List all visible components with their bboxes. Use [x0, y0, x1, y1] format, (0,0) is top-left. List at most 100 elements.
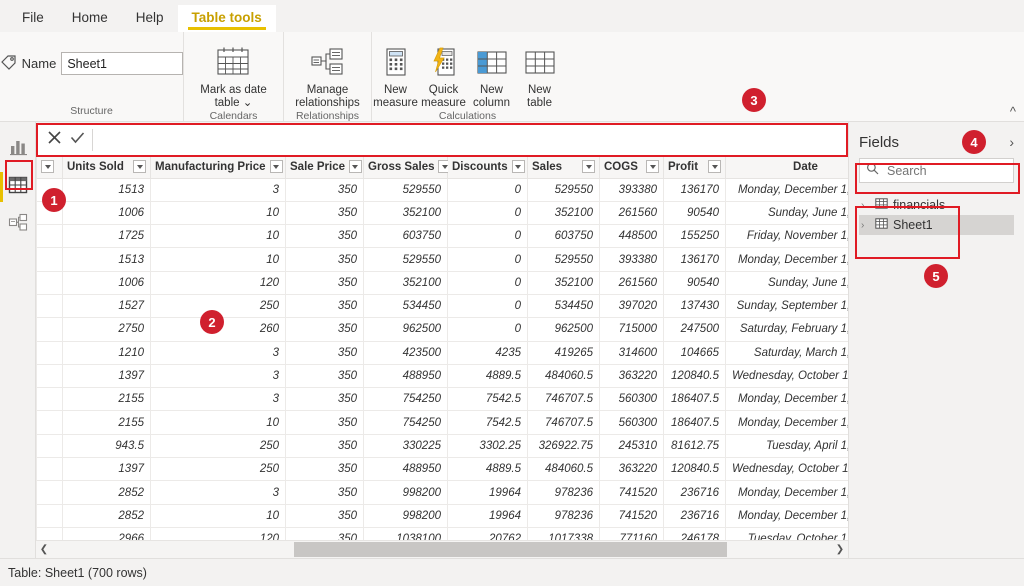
chevron-down-icon[interactable]: [708, 160, 721, 174]
row-selector-cell[interactable]: [36, 177, 63, 202]
column-header-gross-sales[interactable]: Gross Sales: [363, 156, 452, 179]
table-cell[interactable]: 529550: [527, 247, 600, 272]
table-cell[interactable]: 326922.75: [527, 433, 600, 459]
table-cell[interactable]: 352100: [363, 270, 448, 295]
check-icon[interactable]: [69, 129, 86, 151]
field-item-financials[interactable]: › financials: [859, 195, 1014, 215]
table-cell[interactable]: Sunday, September 1, 2013: [725, 293, 848, 319]
tab-table-tools[interactable]: Table tools: [177, 5, 276, 32]
field-item-sheet1[interactable]: › Sheet1: [859, 215, 1014, 235]
table-cell[interactable]: 448500: [599, 224, 664, 249]
table-cell[interactable]: 261560: [599, 200, 664, 226]
table-cell[interactable]: 250: [150, 457, 286, 482]
table-cell[interactable]: 350: [285, 480, 364, 505]
table-cell[interactable]: 746707.5: [527, 387, 600, 412]
table-row[interactable]: 1210 3 350 423500 4235 419265 314600 104665 Satu…: [36, 340, 848, 365]
table-cell[interactable]: 4235: [447, 340, 528, 365]
table-cell[interactable]: 10: [150, 247, 286, 272]
table-cell[interactable]: 419265: [527, 340, 600, 365]
table-cell[interactable]: Monday, December 1, 2014: [725, 247, 848, 272]
row-selector-cell[interactable]: [36, 410, 63, 435]
table-cell[interactable]: 186407.5: [663, 387, 726, 412]
table-cell[interactable]: Monday, December 1, 2014: [725, 410, 848, 435]
table-cell[interactable]: 3: [150, 363, 286, 389]
table-cell[interactable]: Monday, December 1, 2014: [725, 177, 848, 202]
table-cell[interactable]: 560300: [599, 387, 664, 412]
table-cell[interactable]: 250: [150, 293, 286, 319]
table-cell[interactable]: 0: [447, 177, 528, 202]
table-cell[interactable]: 488950: [363, 363, 448, 389]
table-cell[interactable]: 1725: [62, 224, 151, 249]
table-cell[interactable]: 350: [285, 410, 364, 435]
column-header-profit[interactable]: Profit: [663, 156, 726, 179]
table-cell[interactable]: 2155: [62, 410, 151, 435]
table-cell[interactable]: 715000: [599, 317, 664, 342]
table-cell[interactable]: Friday, November 1, 2013: [725, 224, 848, 249]
table-cell[interactable]: 3: [150, 480, 286, 505]
table-cell[interactable]: 754250: [363, 410, 448, 435]
table-cell[interactable]: Sunday, June 1, 2014: [725, 270, 848, 295]
table-row[interactable]: 1397 250 350 488950 4889.5 484060.5 363220 1208…: [36, 457, 848, 482]
table-cell[interactable]: 978236: [527, 480, 600, 505]
table-cell[interactable]: 260: [150, 317, 286, 342]
data-grid[interactable]: Units Sold Manufacturing Price Sale Pric…: [36, 156, 848, 540]
table-cell[interactable]: Tuesday, October 1, 2013: [725, 526, 848, 540]
table-cell[interactable]: 120: [150, 270, 286, 295]
grid-horizontal-scrollbar[interactable]: ❮ ❯: [36, 540, 848, 558]
table-cell[interactable]: 350: [285, 200, 364, 226]
table-cell[interactable]: 3: [150, 387, 286, 412]
table-cell[interactable]: 560300: [599, 410, 664, 435]
hscroll-thumb[interactable]: [294, 541, 727, 557]
table-row[interactable]: 2155 10 350 754250 7542.5 746707.5 560300 18640…: [36, 410, 848, 435]
new-measure-button[interactable]: New measure: [372, 38, 420, 110]
tab-file[interactable]: File: [8, 5, 58, 32]
table-cell[interactable]: 2750: [62, 317, 151, 342]
table-cell[interactable]: 529550: [527, 177, 600, 202]
table-cell[interactable]: 20762: [447, 526, 528, 540]
table-row[interactable]: 943.5 250 350 330225 3302.25 326922.75 245310 8…: [36, 433, 848, 459]
column-header-date[interactable]: Date: [725, 156, 848, 179]
chevron-down-icon[interactable]: [133, 160, 146, 174]
chevron-down-icon[interactable]: [348, 160, 362, 174]
table-cell[interactable]: 0: [447, 224, 528, 249]
table-cell[interactable]: 7542.5: [447, 387, 528, 412]
table-cell[interactable]: Sunday, June 1, 2014: [725, 200, 848, 226]
table-cell[interactable]: 120: [150, 526, 286, 540]
table-cell[interactable]: 350: [285, 340, 364, 365]
table-cell[interactable]: 120840.5: [663, 457, 726, 482]
rail-item-report-view[interactable]: [0, 130, 36, 168]
chevron-right-icon[interactable]: ›: [861, 220, 870, 231]
table-cell[interactable]: 1038100: [363, 526, 448, 540]
table-cell[interactable]: 1017338: [527, 526, 600, 540]
table-cell[interactable]: 603750: [527, 224, 600, 249]
table-cell[interactable]: 90540: [663, 270, 726, 295]
table-cell[interactable]: 350: [285, 293, 364, 319]
table-cell[interactable]: 998200: [363, 480, 448, 505]
table-cell[interactable]: 363220: [599, 363, 664, 389]
chevron-down-icon[interactable]: [41, 160, 54, 174]
table-cell[interactable]: 1397: [62, 457, 151, 482]
select-all-header[interactable]: [36, 156, 63, 179]
row-selector-cell[interactable]: [36, 363, 63, 389]
fields-search-box[interactable]: [859, 158, 1024, 183]
table-cell[interactable]: Wednesday, October 1, 2014: [725, 363, 848, 389]
table-row[interactable]: 1725 10 350 603750 0 603750 448500 155250 Friday…: [36, 224, 848, 249]
table-row[interactable]: 2852 3 350 998200 19964 978236 741520 236716 Mon…: [36, 480, 848, 505]
tab-help[interactable]: Help: [122, 5, 178, 32]
table-cell[interactable]: 104665: [663, 340, 726, 365]
table-row[interactable]: 1006 120 350 352100 0 352100 261560 90540 Sunday…: [36, 270, 848, 295]
fields-search-input[interactable]: [885, 162, 1024, 179]
table-cell[interactable]: 741520: [599, 503, 664, 528]
row-selector-cell[interactable]: [36, 433, 63, 459]
table-cell[interactable]: 350: [285, 503, 364, 528]
table-cell[interactable]: 484060.5: [527, 363, 600, 389]
table-cell[interactable]: 136170: [663, 247, 726, 272]
table-cell[interactable]: 534450: [527, 293, 600, 319]
table-cell[interactable]: 962500: [527, 317, 600, 342]
chevron-down-icon[interactable]: [511, 160, 525, 174]
table-cell[interactable]: 2852: [62, 480, 151, 505]
column-header-sale-price[interactable]: Sale Price: [285, 156, 364, 179]
close-x-icon[interactable]: [46, 129, 63, 151]
table-cell[interactable]: 350: [285, 526, 364, 540]
table-cell[interactable]: Saturday, March 1, 2014: [725, 340, 848, 365]
